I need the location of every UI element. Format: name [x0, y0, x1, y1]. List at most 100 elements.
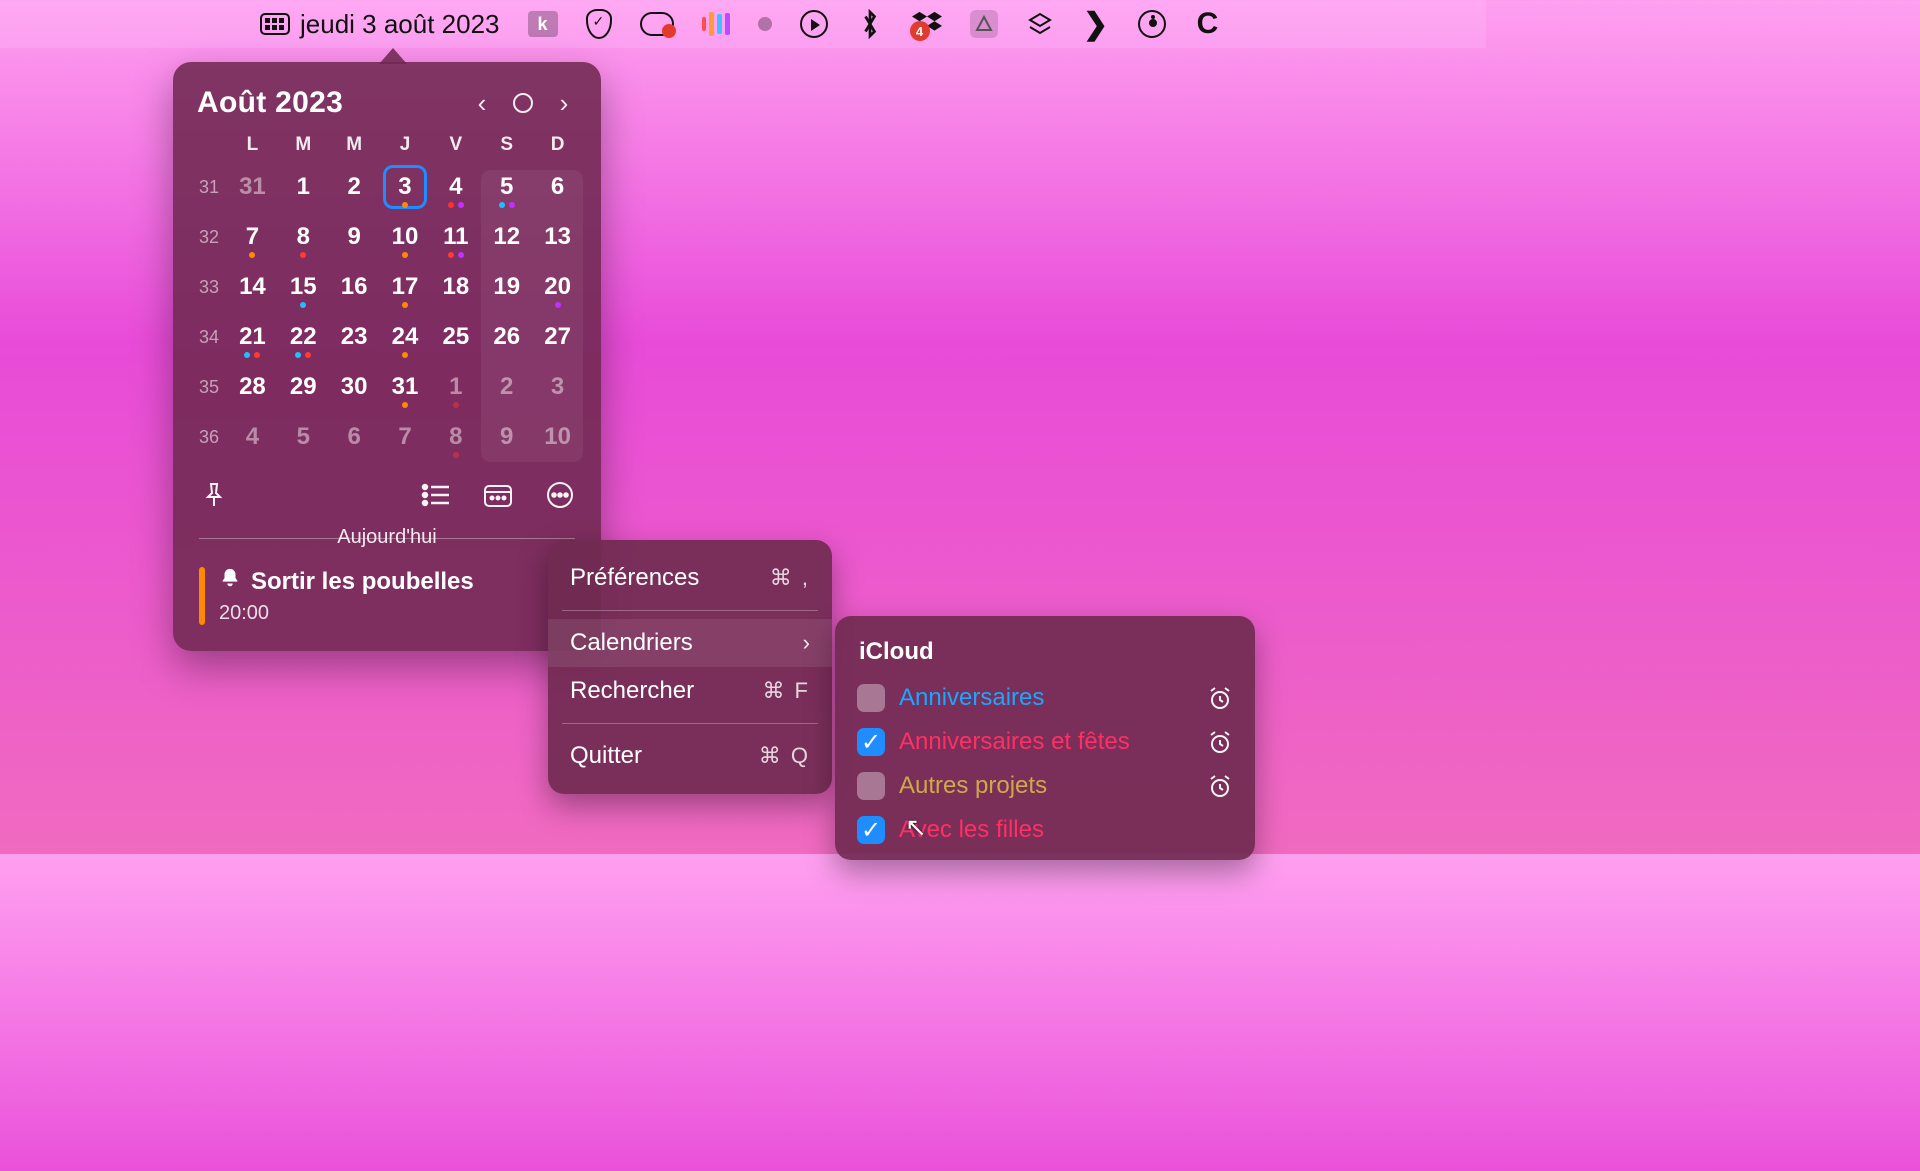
day-cell[interactable]: 27	[532, 312, 583, 362]
day-cell[interactable]: 4	[227, 412, 278, 462]
day-cell[interactable]: 25	[430, 312, 481, 362]
day-cell[interactable]: 10	[532, 412, 583, 462]
week-number: 33	[191, 277, 227, 298]
day-cell[interactable]: 6	[532, 162, 583, 212]
day-cell[interactable]: 5	[278, 412, 329, 462]
checkbox[interactable]: ✓	[857, 728, 885, 756]
day-cell[interactable]: 16	[329, 262, 380, 312]
month-view-button[interactable]	[483, 480, 513, 510]
triangle-app-icon[interactable]	[970, 10, 998, 38]
day-cell[interactable]: 2	[481, 362, 532, 412]
menu-item-search[interactable]: Rechercher ⌘ F	[548, 667, 832, 715]
chevron-right-bold-icon[interactable]: ❯	[1082, 10, 1110, 38]
day-cell[interactable]: 21	[227, 312, 278, 362]
stack-icon[interactable]	[1026, 10, 1054, 38]
checkbox[interactable]: ✓	[857, 816, 885, 844]
day-cell[interactable]: 29	[278, 362, 329, 412]
calendar-toggle-row[interactable]: ✓Anniversaires et fêtes	[835, 720, 1255, 764]
list-view-button[interactable]	[421, 480, 451, 510]
day-cell[interactable]: 30	[329, 362, 380, 412]
day-cell[interactable]: 11	[430, 212, 481, 262]
event-time: 20:00	[219, 602, 474, 625]
day-cell[interactable]: 8	[430, 412, 481, 462]
menubar-calendar-app[interactable]: jeudi 3 août 2023	[260, 9, 500, 40]
day-cell[interactable]: 13	[532, 212, 583, 262]
day-cell[interactable]: 5	[481, 162, 532, 212]
dow-header: J	[380, 134, 431, 156]
dow-header: S	[481, 134, 532, 156]
event-row[interactable]: Sortir les poubelles 20:00	[191, 563, 583, 633]
event-title: Sortir les poubelles	[251, 568, 474, 596]
day-cell[interactable]: 1	[430, 362, 481, 412]
day-cell[interactable]: 14	[227, 262, 278, 312]
shield-icon[interactable]	[586, 9, 612, 39]
menubar-date: jeudi 3 août 2023	[300, 9, 500, 40]
chevron-right-icon: ›	[803, 630, 810, 656]
menu-item-quit[interactable]: Quitter ⌘ Q	[548, 732, 832, 780]
day-cell[interactable]: 4	[430, 162, 481, 212]
day-cell[interactable]: 18	[430, 262, 481, 312]
play-circle-icon[interactable]	[800, 10, 828, 38]
day-cell[interactable]: 7	[380, 412, 431, 462]
day-cell[interactable]: 8	[278, 212, 329, 262]
day-cell[interactable]: 31	[227, 162, 278, 212]
day-cell[interactable]: 22	[278, 312, 329, 362]
calendar-label: Anniversaires	[899, 684, 1193, 712]
prev-month-button[interactable]: ‹	[469, 90, 495, 116]
letter-c-icon[interactable]: C	[1194, 10, 1222, 38]
options-menu: Préférences ⌘ , Calendriers › Rechercher…	[548, 540, 832, 794]
submenu-heading: iCloud	[835, 634, 1255, 676]
day-cell[interactable]: 7	[227, 212, 278, 262]
calendars-submenu: iCloud Anniversaires ✓Anniversaires et fê…	[835, 616, 1255, 860]
day-cell[interactable]: 24	[380, 312, 431, 362]
k-app-icon[interactable]: k	[528, 11, 558, 37]
week-number: 36	[191, 427, 227, 448]
bluetooth-icon[interactable]	[856, 10, 884, 38]
day-cell[interactable]: 10	[380, 212, 431, 262]
next-month-button[interactable]: ›	[551, 90, 577, 116]
day-cell[interactable]: 3	[380, 162, 431, 212]
alarm-icon[interactable]	[1207, 773, 1233, 799]
day-cell[interactable]: 19	[481, 262, 532, 312]
dow-header: M	[278, 134, 329, 156]
alarm-icon[interactable]	[1207, 729, 1233, 755]
day-cell[interactable]: 12	[481, 212, 532, 262]
checkbox[interactable]	[857, 684, 885, 712]
day-cell[interactable]: 28	[227, 362, 278, 412]
day-cell[interactable]: 31	[380, 362, 431, 412]
day-cell[interactable]: 15	[278, 262, 329, 312]
day-cell[interactable]: 20	[532, 262, 583, 312]
day-cell[interactable]: 17	[380, 262, 431, 312]
go-today-button[interactable]	[513, 93, 533, 113]
calendar-popover: Août 2023 ‹ › LMMJVSD3131123456327891011…	[173, 62, 601, 651]
day-cell[interactable]: 1	[278, 162, 329, 212]
menu-item-calendars[interactable]: Calendriers ›	[548, 619, 832, 667]
calendar-toggle-row[interactable]: Anniversaires	[835, 676, 1255, 720]
more-options-button[interactable]	[545, 480, 575, 510]
menu-separator	[562, 610, 818, 611]
dow-header: M	[329, 134, 380, 156]
day-cell[interactable]: 6	[329, 412, 380, 462]
checkbox[interactable]	[857, 772, 885, 800]
dow-header: V	[430, 134, 481, 156]
week-number: 31	[191, 177, 227, 198]
menu-item-preferences[interactable]: Préférences ⌘ ,	[548, 554, 832, 602]
calendar-toggle-row[interactable]: ✓Avec les filles	[835, 808, 1255, 852]
dropbox-icon[interactable]: 4	[912, 11, 942, 37]
calendar-toggle-row[interactable]: Autres projets	[835, 764, 1255, 808]
alarm-icon[interactable]	[1207, 685, 1233, 711]
day-cell[interactable]: 3	[532, 362, 583, 412]
cloud-sync-icon[interactable]	[640, 12, 674, 36]
day-cell[interactable]: 9	[329, 212, 380, 262]
day-cell[interactable]: 23	[329, 312, 380, 362]
calendar-title: Août 2023	[197, 86, 343, 120]
day-cell[interactable]: 9	[481, 412, 532, 462]
equalizer-icon[interactable]	[702, 12, 730, 36]
day-cell[interactable]: 2	[329, 162, 380, 212]
pin-button[interactable]	[199, 480, 229, 510]
accessibility-icon[interactable]	[1138, 10, 1166, 38]
day-cell[interactable]: 26	[481, 312, 532, 362]
status-dot-icon[interactable]	[758, 17, 772, 31]
calendar-nav: ‹ ›	[469, 90, 577, 116]
dow-header: D	[532, 134, 583, 156]
